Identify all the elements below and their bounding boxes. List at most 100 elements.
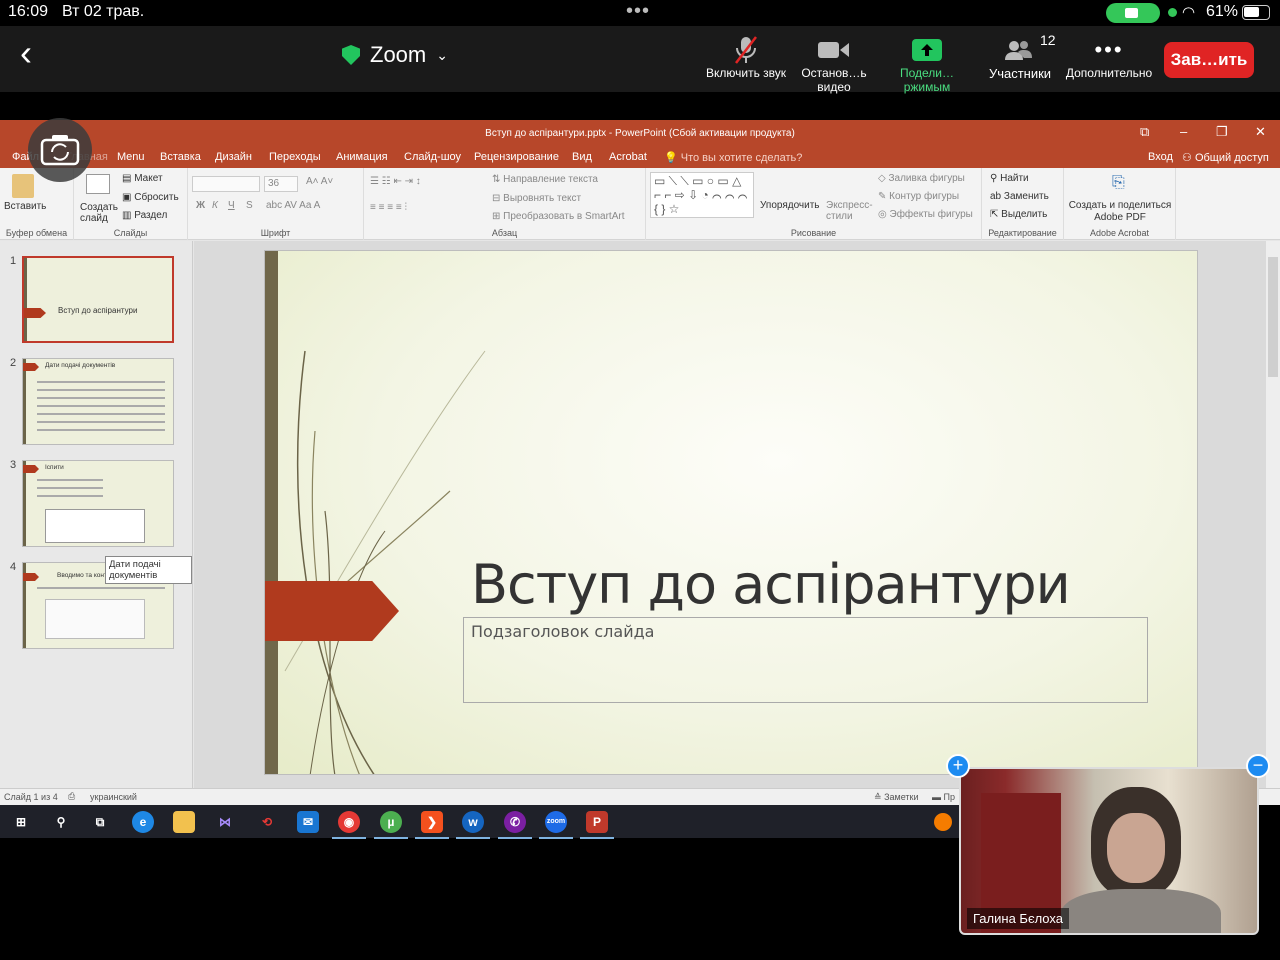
comments-button[interactable]: ▬ Пр bbox=[932, 792, 955, 802]
minimize-video-icon[interactable]: − bbox=[1246, 754, 1270, 778]
zoom-app-icon[interactable]: zoom bbox=[539, 811, 573, 839]
scroll-thumb[interactable] bbox=[1268, 257, 1278, 377]
slide-arrow-shape bbox=[265, 581, 399, 641]
tab-slideshow[interactable]: Слайд-шоу bbox=[404, 151, 461, 163]
edge-browser-icon[interactable]: e bbox=[132, 811, 154, 833]
ribbon-tabs: Файл Главная Menu Вставка Дизайн Переход… bbox=[0, 148, 1280, 168]
camera-switch-button[interactable] bbox=[28, 118, 92, 182]
stop-video-button[interactable]: Останов…ь видео bbox=[790, 34, 878, 94]
find-button[interactable]: ⚲ Найти bbox=[990, 173, 1029, 184]
unmute-button[interactable]: Включить звук bbox=[702, 34, 790, 80]
share-content-button[interactable]: Подели…ржимым bbox=[878, 34, 976, 94]
smartart-button[interactable]: ⊞ Преобразовать в SmartArt bbox=[492, 211, 624, 222]
ribbon-display-icon[interactable]: ⧉ bbox=[1140, 124, 1149, 140]
bullets-icon[interactable]: ☰ ☷ ⇤ ⇥ ↕ bbox=[370, 176, 421, 187]
windows-start-icon[interactable]: ⊞ bbox=[10, 811, 32, 833]
more-button[interactable]: ••• Дополнительно bbox=[1062, 34, 1156, 80]
minimize-icon[interactable]: – bbox=[1180, 124, 1187, 139]
bold-button[interactable]: Ж bbox=[196, 200, 205, 211]
slide-thumbnail[interactable]: Дати подачі документів bbox=[22, 358, 174, 445]
align-icon[interactable]: ≡ ≡ ≡ ≡ ⫶ bbox=[370, 202, 407, 213]
viber-icon[interactable]: ✆ bbox=[498, 811, 532, 839]
create-pdf-button[interactable]: Создать и поделиться Adobe PDF bbox=[1068, 200, 1172, 224]
font-size-field[interactable]: 36 bbox=[264, 176, 298, 192]
shape-effects-button[interactable]: ◎ Эффекты фигуры bbox=[878, 209, 973, 220]
meeting-title-text: Zoom bbox=[370, 42, 427, 67]
chrome-icon[interactable]: ◉ bbox=[332, 811, 366, 839]
close-icon[interactable]: ✕ bbox=[1255, 124, 1266, 140]
acrobat-group: ⎘ Создать и поделиться Adobe PDF Adobe A… bbox=[1064, 168, 1176, 240]
thumb-number: 1 bbox=[10, 255, 17, 267]
italic-button[interactable]: К bbox=[212, 200, 218, 211]
self-video-tile[interactable]: Галина Бєлоха bbox=[959, 767, 1259, 935]
language-indicator[interactable]: украинский bbox=[90, 792, 137, 802]
shadow-button[interactable]: S bbox=[246, 200, 253, 211]
slide-thumbnail[interactable]: Вступ до аспірантури bbox=[22, 256, 174, 343]
participant-body bbox=[1061, 889, 1221, 933]
notes-button[interactable]: ≙ Заметки bbox=[874, 792, 919, 803]
tab-design[interactable]: Дизайн bbox=[215, 151, 252, 163]
font-name-field[interactable] bbox=[192, 176, 260, 192]
app-icon-orange[interactable]: ❯ bbox=[415, 811, 449, 839]
visual-studio-icon[interactable]: ⋈ bbox=[214, 811, 236, 833]
tab-acrobat[interactable]: Acrobat bbox=[609, 151, 647, 163]
signin-link[interactable]: Вход bbox=[1148, 151, 1173, 163]
layout-button[interactable]: ▤ Макет bbox=[122, 173, 163, 184]
tab-transitions[interactable]: Переходы bbox=[269, 151, 321, 163]
app-icon-red[interactable]: ⟲ bbox=[256, 811, 278, 833]
shape-outline-button[interactable]: ✎ Контур фигуры bbox=[878, 191, 959, 202]
task-view-icon[interactable]: ⧉ bbox=[89, 811, 111, 833]
shape-outline-label: Контур фигуры bbox=[889, 191, 960, 202]
thumb-text-line bbox=[37, 479, 103, 481]
spellcheck-icon[interactable]: ⎙ bbox=[68, 791, 75, 802]
quick-styles-button[interactable]: Экспресс-стили bbox=[826, 200, 873, 222]
meeting-title[interactable]: Zoom ⌄ bbox=[342, 42, 448, 68]
select-button[interactable]: ⇱ Выделить bbox=[990, 209, 1047, 220]
grow-font-icon[interactable]: A˄ A˅ bbox=[306, 176, 333, 187]
back-chevron-icon[interactable]: ‹ bbox=[20, 35, 32, 71]
section-button[interactable]: ▥ Раздел bbox=[122, 210, 167, 221]
shape-fill-button[interactable]: ◇ Заливка фигуры bbox=[878, 173, 965, 184]
text-direction-button[interactable]: ⇅ Направление текста bbox=[492, 174, 598, 185]
file-explorer-icon[interactable] bbox=[173, 811, 195, 833]
underline-button[interactable]: Ч bbox=[228, 200, 235, 211]
slide-subtitle-placeholder[interactable]: Подзаголовок слайда bbox=[463, 617, 1148, 703]
tab-menu[interactable]: Menu bbox=[117, 151, 145, 163]
replace-button[interactable]: ab Заменить bbox=[990, 191, 1049, 202]
tab-insert[interactable]: Вставка bbox=[160, 151, 201, 163]
multitask-dots-icon[interactable]: ••• bbox=[626, 0, 650, 23]
tab-view[interactable]: Вид bbox=[572, 151, 592, 163]
arrange-button[interactable]: Упорядочить bbox=[760, 200, 820, 211]
tray-icon[interactable] bbox=[934, 813, 952, 831]
powerpoint-app-icon[interactable]: P bbox=[580, 811, 614, 839]
share-button[interactable]: ⚇ Общий доступ bbox=[1182, 151, 1269, 164]
end-meeting-button[interactable]: Зав…ить bbox=[1164, 42, 1254, 78]
layout-icon: ▤ bbox=[122, 173, 132, 184]
shapes-gallery-icon[interactable]: ▭ ⟍ ⟍ ▭ ○ ▭ △ ⌐ ⌐ ⇨ ⇩ ◔ ⌒ ⌒ ⌒ { } ☆ bbox=[650, 172, 754, 218]
thumb-arrow-shape bbox=[24, 308, 46, 318]
thumb-number: 4 bbox=[10, 561, 17, 573]
participants-button[interactable]: 12 Участники bbox=[982, 32, 1058, 81]
slide-title[interactable]: Вступ до аспірантури bbox=[471, 553, 1071, 616]
maximize-icon[interactable]: ❐ bbox=[1216, 124, 1228, 140]
pen-icon: ✎ bbox=[878, 191, 887, 202]
align-text-button[interactable]: ⊟ Выровнять текст bbox=[492, 193, 581, 204]
tab-animations[interactable]: Анимация bbox=[336, 151, 388, 163]
utorrent-icon[interactable]: µ bbox=[374, 811, 408, 839]
zoom-in-video-icon[interactable]: + bbox=[946, 754, 970, 778]
current-slide[interactable]: Вступ до аспірантури Подзаголовок слайда bbox=[264, 250, 1198, 775]
reset-button[interactable]: ▣ Сбросить bbox=[122, 192, 179, 203]
search-icon[interactable]: ⚲ bbox=[50, 811, 72, 833]
vertical-scrollbar[interactable] bbox=[1266, 241, 1280, 788]
font-color-icon[interactable]: abc AV Aa A bbox=[266, 200, 320, 211]
slide-thumbnail[interactable]: Іспити bbox=[22, 460, 174, 547]
battery-icon bbox=[1242, 5, 1270, 20]
tell-me-input[interactable]: 💡 Что вы хотите сделать? bbox=[664, 151, 802, 164]
paste-button[interactable]: Вставить bbox=[4, 201, 46, 212]
webex-icon[interactable]: w bbox=[456, 811, 490, 839]
slide-editing-area: Вступ до аспірантури Подзаголовок слайда bbox=[194, 241, 1266, 788]
date: Вт 02 трав. bbox=[62, 3, 145, 20]
new-slide-button[interactable]: Создать слайд bbox=[80, 202, 120, 224]
mail-icon[interactable]: ✉ bbox=[297, 811, 319, 833]
tab-review[interactable]: Рецензирование bbox=[474, 151, 559, 163]
